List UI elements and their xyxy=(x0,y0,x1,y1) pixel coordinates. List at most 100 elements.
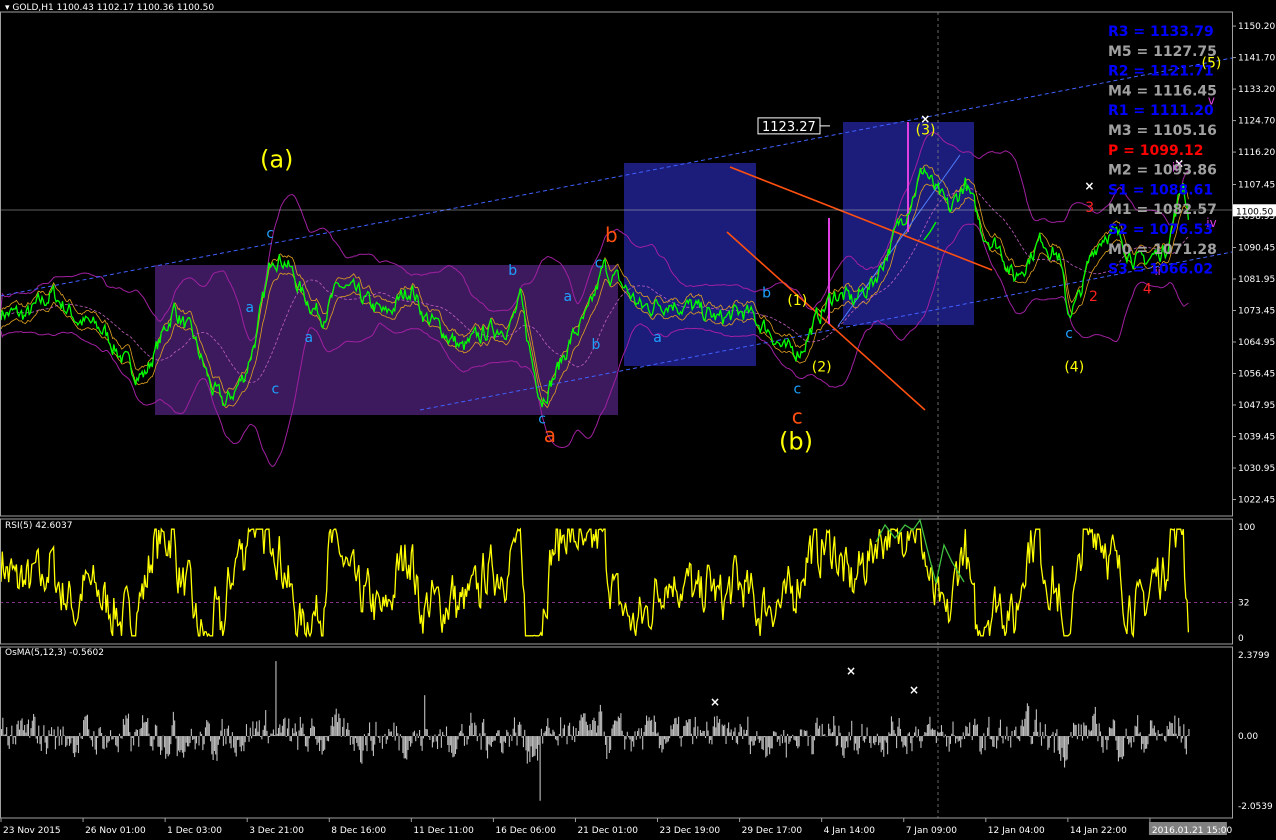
osma-bar xyxy=(760,736,762,741)
osma-bar xyxy=(860,736,862,737)
osma-bar xyxy=(892,721,894,737)
osma-bar xyxy=(672,724,675,737)
x-tick-label: 12 Jan 04:00 xyxy=(988,826,1045,836)
osma-bar xyxy=(784,736,786,743)
osma-bar xyxy=(1088,729,1090,737)
osma-bar xyxy=(385,736,387,744)
osma-bar xyxy=(277,727,280,737)
osma-bar xyxy=(525,736,527,751)
osma-bar xyxy=(311,718,313,737)
osma-bar xyxy=(653,715,655,737)
osma-bar xyxy=(593,717,595,737)
osma-bar xyxy=(685,720,687,737)
osma-bar xyxy=(930,729,932,737)
osma-bar xyxy=(177,736,180,751)
osma-bar xyxy=(1123,736,1125,757)
osma-bar xyxy=(1017,736,1019,740)
osma-bar xyxy=(395,726,398,737)
osma-bar xyxy=(109,730,112,737)
osma-bar xyxy=(1064,736,1066,768)
osma-bar xyxy=(889,733,891,737)
osma-bar xyxy=(510,734,512,737)
osma-bar xyxy=(831,732,834,737)
osma-bar xyxy=(131,736,133,738)
osma-bar xyxy=(1119,736,1121,758)
osma-bar xyxy=(156,725,158,737)
osma-bar xyxy=(813,736,816,741)
osma-bar xyxy=(1025,711,1027,737)
osma-bar xyxy=(1046,735,1048,737)
osma-bar xyxy=(901,736,903,742)
osma-bar xyxy=(1031,736,1034,744)
osma-bar xyxy=(65,736,67,747)
osma-bar xyxy=(370,736,372,741)
mt4-chart[interactable]: 1123.27××× (a)(b)(1)(2)(3)(4)(5)abcaaccb… xyxy=(0,0,1276,840)
osma-bar xyxy=(201,733,203,737)
osma-bar xyxy=(570,734,572,737)
osma-bar xyxy=(433,736,435,743)
osma-bar xyxy=(811,736,813,755)
osma-bar xyxy=(1019,736,1021,742)
osma-bar xyxy=(1185,736,1187,755)
osma-bar xyxy=(266,730,268,737)
osma-bar xyxy=(989,736,991,740)
osma-bar xyxy=(924,732,926,737)
osma-bar xyxy=(769,736,771,755)
osma-bar xyxy=(489,736,491,746)
osma-bar xyxy=(1116,736,1118,751)
y-tick-label: 1056.45 xyxy=(1238,370,1275,380)
pivot-level: P = 1099.12 xyxy=(1108,143,1204,159)
osma-bar xyxy=(638,728,640,737)
wave-label: c xyxy=(266,226,274,242)
osma-bar xyxy=(407,736,409,751)
osma-bar xyxy=(1151,720,1153,737)
osma-bar xyxy=(579,720,581,737)
osma-pane: × × × xyxy=(1,661,1190,801)
osma-bar xyxy=(622,735,625,737)
osma-bar xyxy=(410,736,412,747)
wave-label: 4 xyxy=(1143,282,1152,298)
osma-bar xyxy=(1016,736,1018,739)
osma-bar xyxy=(322,736,324,751)
osma-bar xyxy=(921,736,923,742)
osma-bar xyxy=(265,710,267,737)
osma-bar xyxy=(894,733,896,737)
osma-bar xyxy=(342,726,344,737)
osma-bar xyxy=(684,725,686,737)
osma-bar xyxy=(1039,722,1041,737)
osma-bar xyxy=(501,736,503,753)
rsi-tick-label: 100 xyxy=(1238,523,1255,533)
osma-bar xyxy=(52,735,54,737)
osma-bar xyxy=(1049,736,1052,739)
osma-bar xyxy=(403,736,405,759)
osma-bar xyxy=(948,736,950,752)
osma-bar xyxy=(493,736,495,741)
osma-bar xyxy=(1165,736,1167,742)
osma-bar xyxy=(271,733,273,737)
osma-bar xyxy=(885,736,887,743)
osma-bar xyxy=(1006,726,1008,737)
osma-bar xyxy=(36,736,39,744)
osma-bar xyxy=(648,717,650,737)
osma-bar xyxy=(363,734,365,737)
osma-bar xyxy=(335,708,337,737)
osma-bar xyxy=(952,721,954,737)
osma-bar xyxy=(257,731,259,737)
osma-bar xyxy=(193,736,195,740)
osma-bar xyxy=(1130,736,1132,748)
osma-bar xyxy=(855,736,857,744)
osma-bar xyxy=(181,736,183,753)
osma-bar xyxy=(839,732,841,737)
osma-bar xyxy=(929,716,931,737)
osma-bar xyxy=(599,704,601,737)
osma-bar xyxy=(1043,736,1045,739)
osma-bar xyxy=(338,713,340,737)
osma-bar xyxy=(483,718,485,737)
osma-bar xyxy=(163,736,165,748)
x-tick-label: 8 Dec 16:00 xyxy=(331,826,386,836)
osma-bar xyxy=(1131,736,1134,737)
menu-arrow-icon[interactable]: ▾ xyxy=(5,3,10,13)
osma-bar xyxy=(349,736,351,745)
osma-bar xyxy=(243,736,245,752)
osma-bar xyxy=(893,730,895,737)
